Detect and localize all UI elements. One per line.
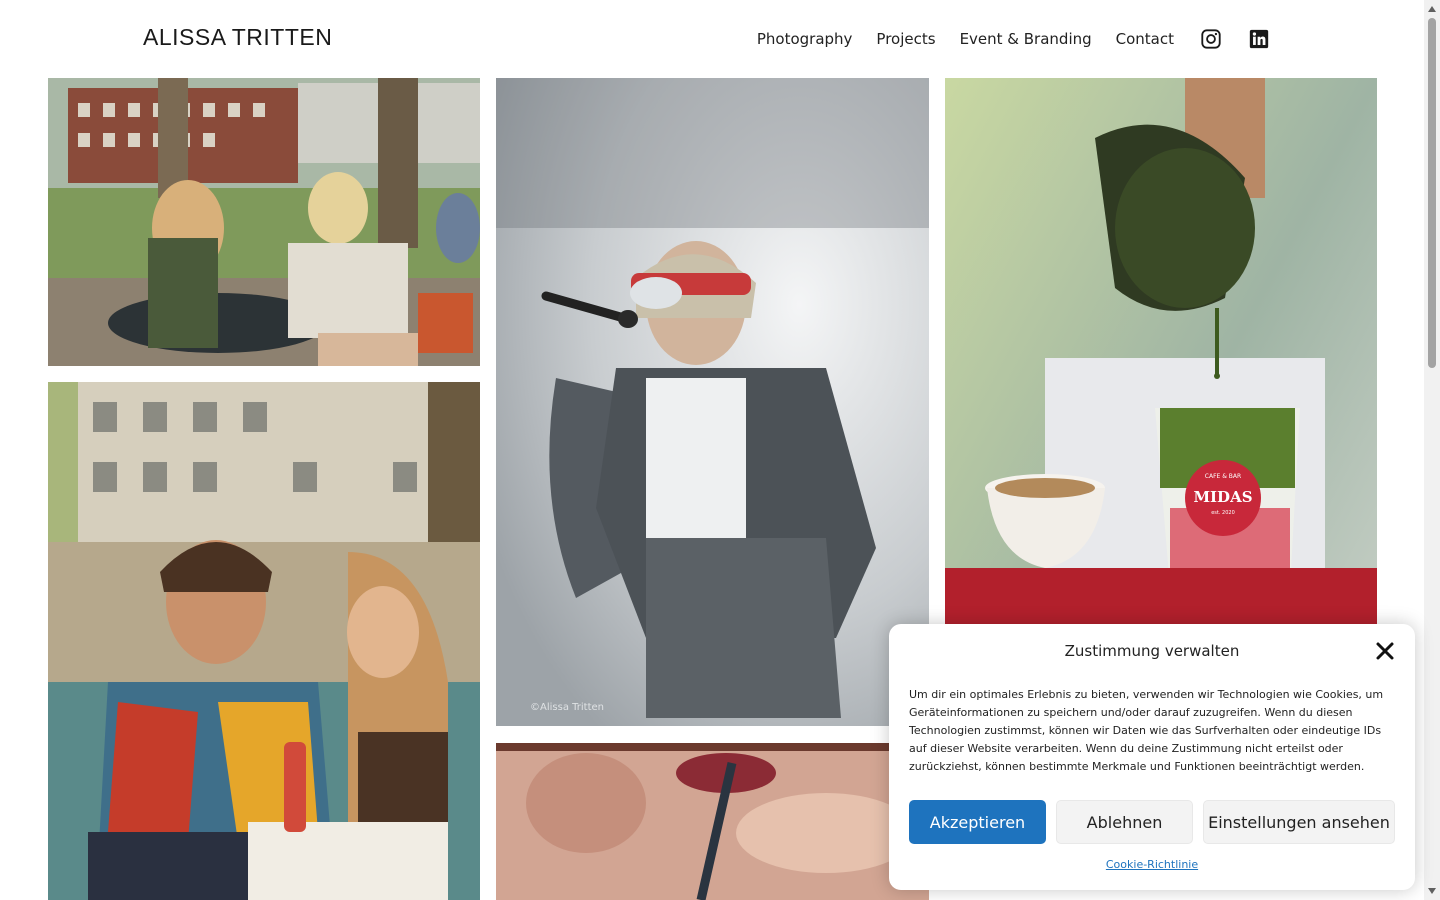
main-nav: Photography Projects Event & Branding Co… xyxy=(733,28,1270,50)
svg-text:est. 2020: est. 2020 xyxy=(1211,510,1235,516)
scrollbar-thumb[interactable] xyxy=(1428,18,1436,368)
svg-text:CAFE & BAR: CAFE & BAR xyxy=(1205,473,1241,480)
scroll-down-arrow-icon[interactable] xyxy=(1428,888,1436,894)
site-logo[interactable]: ALISSA TRITTEN xyxy=(143,24,332,51)
consent-title: Zustimmung verwalten xyxy=(1064,642,1240,660)
page-scrollbar[interactable] xyxy=(1424,0,1440,900)
accept-button[interactable]: Akzeptieren xyxy=(909,800,1046,844)
svg-text:MIDAS: MIDAS xyxy=(1193,488,1252,506)
linkedin-icon[interactable] xyxy=(1248,28,1270,50)
nav-item-event-branding[interactable]: Event & Branding xyxy=(960,30,1092,48)
scroll-up-arrow-icon[interactable] xyxy=(1428,6,1436,12)
nav-item-photography[interactable]: Photography xyxy=(757,30,853,48)
close-icon[interactable] xyxy=(1375,641,1395,661)
instagram-icon[interactable] xyxy=(1200,28,1222,50)
deny-button[interactable]: Ablehnen xyxy=(1056,800,1193,844)
photo-singer-on-stage[interactable]: ©Alissa Tritten xyxy=(496,78,929,726)
photo-watermark: ©Alissa Tritten xyxy=(530,702,604,713)
view-settings-button[interactable]: Einstellungen ansehen xyxy=(1203,800,1395,844)
site-header: ALISSA TRITTEN Photography Projects Even… xyxy=(0,0,1424,78)
nav-item-contact[interactable]: Contact xyxy=(1116,30,1174,48)
photo-laughing-man-and-woman[interactable] xyxy=(48,382,480,900)
photo-cafe-terrace-couple[interactable] xyxy=(48,78,480,366)
cookie-policy-link[interactable]: Cookie-Richtlinie xyxy=(889,858,1415,871)
consent-body-text: Um dir ein optimales Erlebnis zu bieten,… xyxy=(909,688,1384,773)
photo-lips-drinking-straw[interactable] xyxy=(496,743,929,900)
cookie-consent-dialog: Zustimmung verwalten Um dir ein optimale… xyxy=(889,624,1415,890)
nav-item-projects[interactable]: Projects xyxy=(876,30,935,48)
